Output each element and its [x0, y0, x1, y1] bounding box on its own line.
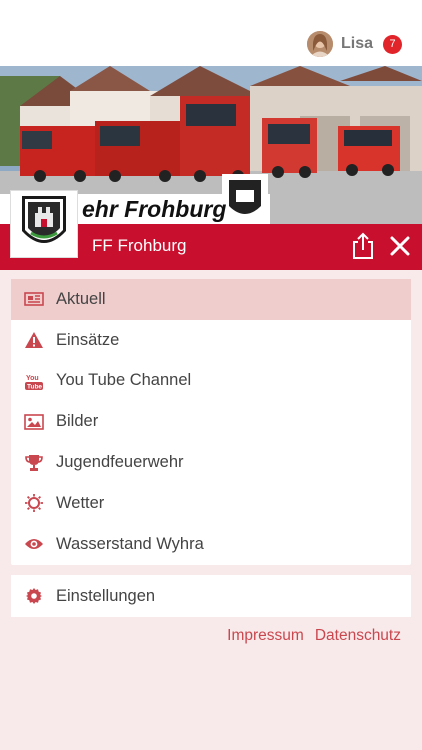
menu-item-label: Wetter [56, 493, 105, 512]
avatar [306, 31, 333, 57]
menu-item-label: Aktuell [56, 289, 106, 308]
menu-item-einstellungen[interactable]: Einstellungen [11, 575, 411, 617]
gear-icon [24, 587, 44, 605]
menu-item-label: Jugendfeuerwehr [56, 453, 184, 472]
settings-label: Einstellungen [56, 586, 156, 605]
svg-text:You: You [26, 375, 39, 382]
menu-item-label: Bilder [56, 412, 99, 431]
svg-text:Tube: Tube [27, 383, 42, 390]
user-name: Lisa [340, 35, 373, 52]
main-menu: Aktuell Einsätze You Tube You Tube Channe… [11, 279, 411, 565]
impressum-link[interactable]: Impressum [227, 627, 304, 645]
footer-links: Impressum Datenschutz [227, 627, 401, 645]
menu-item-wasserstand[interactable]: Wasserstand Wyhra [11, 524, 411, 565]
fire-brigade-logo [22, 196, 66, 243]
close-icon [390, 236, 410, 256]
youtube-icon: You Tube [24, 372, 44, 390]
close-button[interactable] [388, 234, 412, 258]
menu-item-youtube[interactable]: You Tube You Tube Channel [11, 361, 411, 402]
menu-item-label: Einsätze [56, 330, 120, 349]
sun-icon [24, 494, 44, 513]
menu-item-aktuell[interactable]: Aktuell [11, 279, 411, 320]
notification-badge[interactable]: 7 [383, 34, 402, 54]
logo [10, 190, 78, 258]
trophy-icon [24, 454, 44, 472]
menu-item-label: Wasserstand Wyhra [56, 534, 204, 553]
share-icon [353, 232, 373, 259]
newspaper-icon [24, 290, 44, 308]
warning-icon [24, 331, 44, 349]
menu-item-jugendfeuerwehr[interactable]: Jugendfeuerwehr [11, 442, 411, 483]
banner-text: ehr Frohburg [82, 196, 227, 222]
top-bar: Lisa 7 [0, 0, 422, 66]
menu-item-bilder[interactable]: Bilder [11, 401, 411, 442]
image-icon [24, 413, 44, 431]
menu-item-einsaetze[interactable]: Einsätze [11, 320, 411, 361]
menu-item-label: You Tube Channel [56, 371, 192, 390]
datenschutz-link[interactable]: Datenschutz [315, 627, 401, 645]
user-menu[interactable]: Lisa 7 [306, 30, 402, 58]
page-title: FF Frohburg [92, 236, 187, 255]
eye-icon [24, 535, 44, 553]
share-button[interactable] [350, 232, 376, 260]
menu-item-wetter[interactable]: Wetter [11, 483, 411, 524]
